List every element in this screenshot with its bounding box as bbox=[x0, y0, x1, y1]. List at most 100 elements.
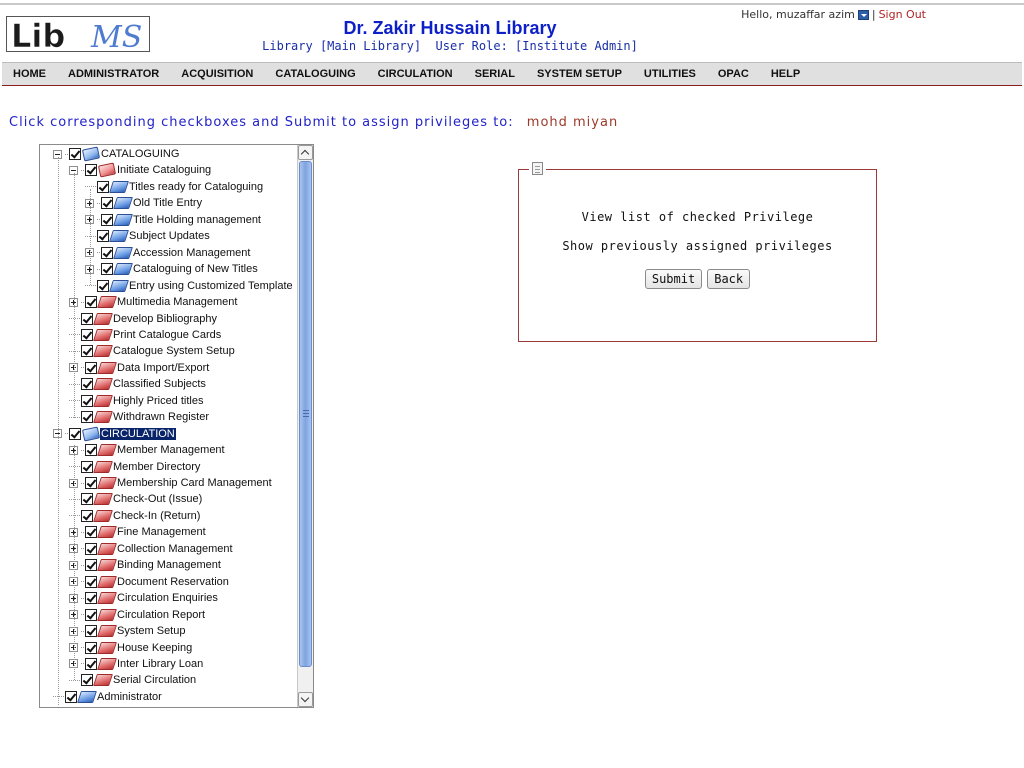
privilege-checkbox[interactable] bbox=[97, 180, 109, 193]
menu-system-setup[interactable]: SYSTEM SETUP bbox=[526, 68, 633, 80]
privilege-checkbox[interactable] bbox=[85, 361, 97, 374]
menu-home[interactable]: HOME bbox=[2, 68, 57, 80]
tree-node-label[interactable]: Entry using Customized Template bbox=[128, 280, 294, 292]
privilege-checkbox[interactable] bbox=[65, 690, 77, 703]
tree-node[interactable]: CATALOGUING bbox=[53, 146, 180, 162]
tree-node-label[interactable]: Fine Management bbox=[116, 526, 207, 538]
tree-node-label[interactable]: House Keeping bbox=[116, 642, 193, 654]
tree-node[interactable]: Accession Management bbox=[85, 245, 251, 261]
tree-node[interactable]: Data Import/Export bbox=[69, 360, 210, 376]
tree-node-label[interactable]: CATALOGUING bbox=[100, 148, 180, 160]
privilege-checkbox[interactable] bbox=[81, 411, 93, 424]
tree-node[interactable]: Member Management bbox=[69, 442, 226, 458]
tree-node-label[interactable]: CIRCULATION bbox=[100, 427, 176, 440]
privilege-checkbox[interactable] bbox=[81, 394, 93, 407]
privilege-checkbox[interactable] bbox=[101, 197, 113, 210]
privilege-checkbox[interactable] bbox=[81, 509, 93, 522]
tree-node-label[interactable]: Title Holding management bbox=[132, 214, 262, 226]
scroll-thumb[interactable] bbox=[299, 161, 312, 667]
privilege-checkbox[interactable] bbox=[69, 427, 81, 440]
tree-node[interactable]: Catalogue System Setup bbox=[69, 343, 236, 359]
menu-acquisition[interactable]: ACQUISITION bbox=[170, 68, 264, 80]
tree-node[interactable]: Fine Management bbox=[69, 524, 207, 540]
tree-node[interactable]: Classified Subjects bbox=[69, 376, 207, 392]
tree-node[interactable]: System Setup bbox=[53, 705, 166, 707]
tree-node-label[interactable]: Data Import/Export bbox=[116, 362, 210, 374]
privilege-checkbox[interactable] bbox=[85, 444, 97, 457]
privilege-checkbox[interactable] bbox=[81, 493, 93, 506]
tree-node[interactable]: Entry using Customized Template bbox=[85, 278, 294, 294]
tree-node[interactable]: Document Reservation bbox=[69, 574, 230, 590]
privilege-checkbox[interactable] bbox=[97, 230, 109, 243]
privilege-checkbox[interactable] bbox=[101, 213, 113, 226]
view-checked-privileges-link[interactable]: View list of checked Privilege bbox=[519, 210, 876, 224]
privilege-checkbox[interactable] bbox=[85, 559, 97, 572]
tree-node[interactable]: Member Directory bbox=[69, 459, 201, 475]
privilege-checkbox[interactable] bbox=[81, 378, 93, 391]
tree-node-label[interactable]: Check-In (Return) bbox=[112, 510, 201, 522]
tree-node[interactable]: Highly Priced titles bbox=[69, 393, 204, 409]
tree-node[interactable]: House Keeping bbox=[69, 640, 193, 656]
back-button[interactable]: Back bbox=[707, 269, 751, 289]
tree-node-label[interactable]: Inter Library Loan bbox=[116, 658, 204, 670]
tree-node[interactable]: Serial Circulation bbox=[69, 672, 197, 688]
tree-node[interactable]: Initiate Cataloguing bbox=[69, 162, 212, 178]
tree-node-label[interactable]: Member Management bbox=[116, 444, 226, 456]
privilege-checkbox[interactable] bbox=[97, 279, 109, 292]
tree-node[interactable]: System Setup bbox=[69, 623, 186, 639]
privilege-checkbox[interactable] bbox=[81, 328, 93, 341]
menu-opac[interactable]: OPAC bbox=[707, 68, 760, 80]
tree-node[interactable]: Binding Management bbox=[69, 557, 222, 573]
tree-node-label[interactable]: Withdrawn Register bbox=[112, 411, 210, 423]
privilege-tree[interactable]: CATALOGUING Initiate Cataloguing Titles re… bbox=[39, 144, 314, 708]
tree-node-label[interactable]: Cataloguing of New Titles bbox=[132, 263, 259, 275]
tree-node-label[interactable]: Multimedia Management bbox=[116, 296, 238, 308]
privilege-checkbox[interactable] bbox=[85, 657, 97, 670]
privilege-checkbox[interactable] bbox=[101, 263, 113, 276]
tree-node[interactable]: Collection Management bbox=[69, 541, 234, 557]
tree-node-label[interactable]: Check-Out (Issue) bbox=[112, 493, 203, 505]
tree-node[interactable]: Inter Library Loan bbox=[69, 656, 204, 672]
tree-node[interactable]: Print Catalogue Cards bbox=[69, 327, 222, 343]
user-menu-icon[interactable] bbox=[857, 9, 869, 20]
tree-node-label[interactable]: Highly Priced titles bbox=[112, 395, 204, 407]
privilege-checkbox[interactable] bbox=[85, 608, 97, 621]
tree-node-label[interactable]: Initiate Cataloguing bbox=[116, 164, 212, 176]
tree-node[interactable]: Subject Updates bbox=[85, 228, 211, 244]
tree-node-label[interactable]: System Setup bbox=[116, 625, 186, 637]
scroll-up-button[interactable] bbox=[298, 145, 313, 160]
privilege-checkbox[interactable] bbox=[85, 575, 97, 588]
tree-node[interactable]: Administrator bbox=[53, 689, 163, 705]
show-previous-privileges-link[interactable]: Show previously assigned privileges bbox=[519, 239, 876, 253]
tree-node[interactable]: Develop Bibliography bbox=[69, 311, 218, 327]
tree-scrollbar[interactable] bbox=[297, 145, 313, 707]
tree-node-label[interactable]: Classified Subjects bbox=[112, 378, 207, 390]
tree-node-label[interactable]: Administrator bbox=[96, 691, 163, 703]
privilege-checkbox[interactable] bbox=[85, 526, 97, 539]
privilege-checkbox[interactable] bbox=[85, 477, 97, 489]
tree-node-label[interactable]: Accession Management bbox=[132, 247, 251, 259]
privilege-checkbox[interactable] bbox=[85, 296, 97, 309]
submit-button[interactable]: Submit bbox=[644, 269, 703, 289]
menu-help[interactable]: HELP bbox=[760, 68, 811, 80]
tree-node-label[interactable]: Subject Updates bbox=[128, 230, 211, 242]
tree-node[interactable]: Titles ready for Cataloguing bbox=[85, 179, 264, 195]
scroll-down-button[interactable] bbox=[298, 692, 313, 707]
tree-node-label[interactable]: Print Catalogue Cards bbox=[112, 329, 222, 341]
tree-node-label[interactable]: Member Directory bbox=[112, 461, 201, 473]
tree-node-label[interactable]: Develop Bibliography bbox=[112, 313, 218, 325]
tree-node[interactable]: Circulation Enquiries bbox=[69, 590, 219, 606]
tree-node-label[interactable]: Circulation Enquiries bbox=[116, 592, 219, 604]
tree-node[interactable]: Old Title Entry bbox=[85, 195, 203, 211]
privilege-checkbox[interactable] bbox=[85, 625, 97, 638]
menu-utilities[interactable]: UTILITIES bbox=[633, 68, 707, 80]
tree-node[interactable]: Title Holding management bbox=[85, 212, 262, 228]
tree-node[interactable]: CIRCULATION bbox=[53, 426, 176, 442]
privilege-checkbox[interactable] bbox=[69, 148, 81, 160]
privilege-checkbox[interactable] bbox=[81, 460, 93, 473]
tree-node[interactable]: Membership Card Management bbox=[69, 475, 273, 491]
tree-node[interactable]: Withdrawn Register bbox=[69, 409, 210, 425]
tree-node-label[interactable]: Circulation Report bbox=[116, 609, 206, 621]
tree-node-label[interactable]: Catalogue System Setup bbox=[112, 345, 236, 357]
tree-node[interactable]: Cataloguing of New Titles bbox=[85, 261, 259, 277]
